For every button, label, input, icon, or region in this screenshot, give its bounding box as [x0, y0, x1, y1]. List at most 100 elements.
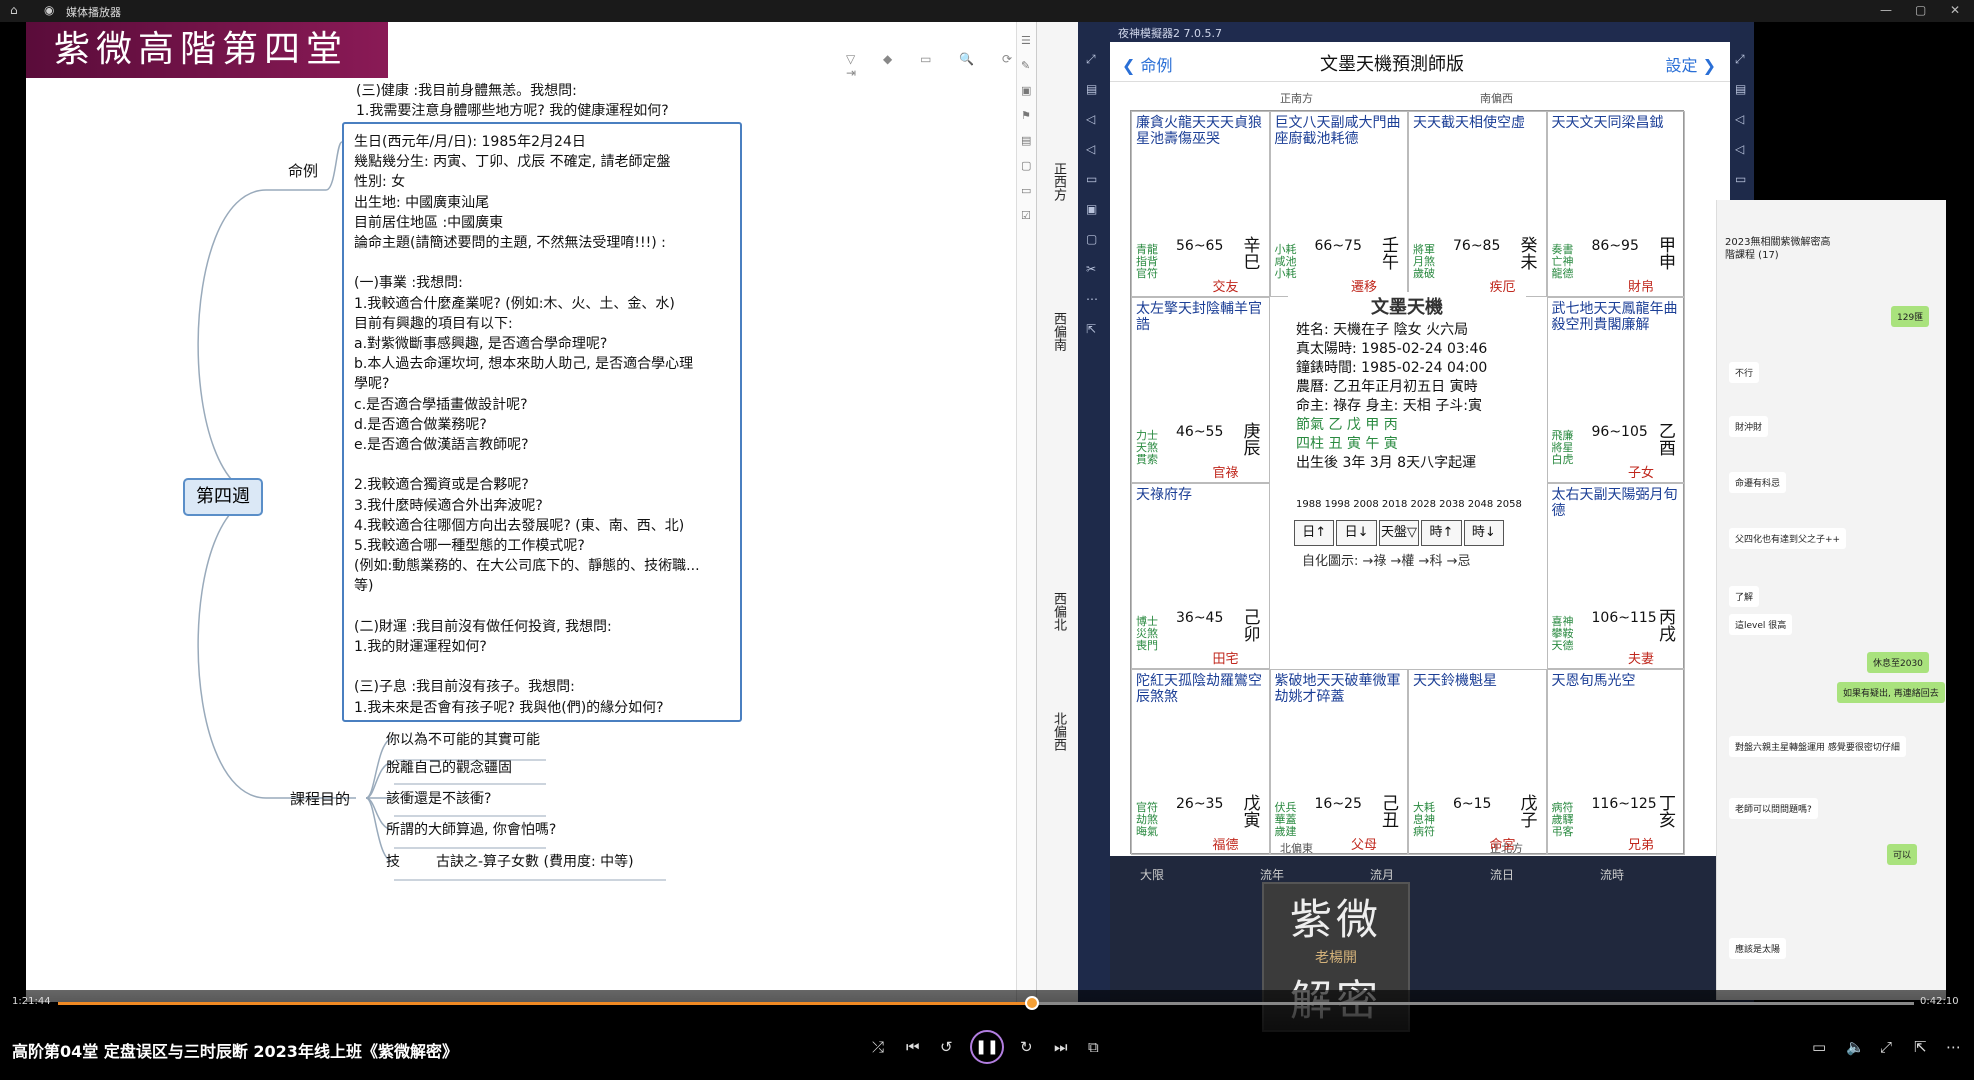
palace-ganzhi: 甲申 [1655, 236, 1675, 270]
chat-msg-1[interactable]: 129匯 [1891, 306, 1930, 327]
chat-msg-4[interactable]: 命遷有科忌 [1729, 472, 1787, 493]
chat-msg-10[interactable]: 對盤六親主星轉盤運用 感覺要很密切仔細 [1729, 736, 1906, 757]
note-icon: ▤ [1021, 134, 1032, 147]
palace-name: 田宅 [1212, 652, 1239, 667]
palace-sub-stars: 飛廉 將星 白虎 [1551, 429, 1574, 466]
goal-item-1[interactable]: 你以為不可能的其實可能 [386, 729, 540, 749]
mindmap-sidebar[interactable]: ☰ ✎ ▣ ⚑ ▤ ▢ ▭ ☑ [1016, 22, 1036, 1002]
chat-msg-12[interactable]: 可以 [1887, 844, 1918, 865]
pip-icon[interactable]: ⧉ [1088, 1038, 1099, 1056]
tab-hour[interactable]: 流時 [1600, 866, 1624, 883]
home-icon[interactable]: ⌂ [10, 3, 18, 17]
side-strip: 正西方 西偏南 西偏北 北偏西 [1036, 22, 1078, 1002]
chat-msg-13[interactable]: 應該是太陽 [1729, 938, 1787, 959]
window-title: 媒体播放器 [66, 6, 121, 19]
day-down-button[interactable]: 日↓ [1336, 520, 1377, 546]
volume-icon[interactable]: 🔈 [1846, 1038, 1865, 1056]
comment-icon: ▭ [1021, 184, 1032, 197]
fullscreen-icon[interactable]: ⤢ [1880, 1038, 1892, 1056]
palace-sub-stars: 病符 歲驛 弔客 [1551, 801, 1574, 838]
palace-range: 76~85 [1453, 238, 1501, 254]
node-goal[interactable]: 課程目的 [290, 788, 350, 809]
chat-msg-6[interactable]: 了解 [1729, 586, 1760, 607]
chat-msg-3[interactable]: 財沖財 [1729, 416, 1769, 437]
palace-cell[interactable]: 廉貪火龍天天天貞狼星池壽傷巫哭 56~65 辛巳 交友 青龍 指背 官符 [1131, 111, 1270, 297]
hour-up-button[interactable]: 時↑ [1421, 520, 1462, 546]
palace-cell[interactable]: 天祿府存 36~45 己卯 田宅 博士 災煞 喪門 [1131, 483, 1270, 669]
time-total: 0:42:10 [1920, 996, 1959, 1007]
forward-icon[interactable]: ↻ [1020, 1038, 1033, 1056]
palace-ganzhi: 戊寅 [1239, 794, 1260, 828]
doc-icon: ▢ [1021, 159, 1032, 172]
chat-msg-8[interactable]: 休息至2030 [1867, 652, 1929, 673]
screen-icon[interactable]: ▭ [1812, 1038, 1826, 1056]
goal-item-4[interactable]: 所謂的大師算過, 你會怕嗎? [386, 819, 556, 839]
more-icon[interactable]: ⋯ [1946, 1038, 1961, 1056]
hour-down-button[interactable]: 時↓ [1463, 520, 1505, 546]
palace-cell[interactable]: 天天鈴機魁星 6~15 戊子 命宮 大耗 息神 病符 [1408, 669, 1547, 855]
palace-sub-stars: 將軍 月煞 歲破 [1413, 243, 1435, 280]
palace-cell[interactable]: 天天文天同梁昌鉞 86~95 甲申 財帛 奏書 亡神 龍德 [1546, 111, 1685, 297]
palace-stars: 紫破地天天破華微軍劫姚才碎蓋 [1274, 673, 1401, 705]
next-icon[interactable]: ⏭ [1054, 1038, 1068, 1056]
more-icon: ⋯ [1086, 292, 1098, 306]
chat-msg-9[interactable]: 如果有疑出, 再連絡回去 [1837, 682, 1945, 703]
palace-stars: 天天文天同梁昌鉞 [1551, 115, 1664, 131]
node-week[interactable]: 第四週 [183, 478, 263, 516]
chat-msg-11[interactable]: 老師可以問問題嗎? [1729, 798, 1818, 819]
palace-range: 116~125 [1591, 796, 1657, 812]
mindmap-window: 紫微高階第四堂 ▽ ◆ ▭ 🔍 ⟳ ⇥ (三)健康 :我目前身體無恙。我想問: … [26, 22, 1036, 1002]
task-icon: ☑ [1021, 209, 1031, 222]
back-button[interactable]: ❮ 命例 [1122, 52, 1173, 76]
logo-line-2: 老楊開 [1315, 950, 1357, 966]
dir-south-west: 南偏西 [1480, 92, 1513, 105]
day-up-button[interactable]: 日↑ [1294, 520, 1335, 546]
palace-stars: 廉貪火龍天天天貞狼星池壽傷巫哭 [1136, 115, 1262, 147]
expand-icon: ⤢ [1735, 52, 1745, 66]
chat-msg-5[interactable]: 父四化也有達到父之子++ [1729, 528, 1847, 549]
volume-down-icon: ◁ [1735, 142, 1745, 156]
keyboard-icon: ▤ [1086, 82, 1098, 96]
pause-button[interactable]: ❚❚ [970, 1030, 1004, 1064]
goal-item-2[interactable]: 脫離自己的觀念疆固 [386, 757, 512, 777]
palace-cell[interactable]: 天恩旬馬光空 116~125 丁亥 兄弟 病符 歲驛 弔客 [1546, 669, 1685, 855]
tab-day[interactable]: 流日 [1490, 866, 1514, 883]
palace-name: 兄弟 [1627, 838, 1654, 853]
palace-sub-stars: 力士 天煞 貫索 [1136, 429, 1158, 466]
settings-button[interactable]: 設定 ❯ [1665, 52, 1716, 76]
chat-msg-2[interactable]: 不行 [1729, 362, 1760, 383]
tab-month[interactable]: 流月 [1370, 866, 1394, 883]
tab-year[interactable]: 流年 [1260, 866, 1284, 883]
chat-header: 2023無相關紫微解密高階課程 (17) [1725, 237, 1831, 261]
chart-navbar: ❮ 命例 文墨天機預測師版 設定 ❯ [1110, 42, 1730, 82]
goal-item-5-label[interactable]: 技 [386, 851, 400, 871]
minimize-icon[interactable]: — [1880, 3, 1892, 17]
shuffle-icon[interactable]: ⤮ [872, 1038, 884, 1056]
palace-cell[interactable]: 太左擎天封陰輔羊官誥 46~55 庚辰 官祿 力士 天煞 貫索 [1131, 297, 1270, 483]
node-case[interactable]: 命例 [288, 160, 318, 181]
palace-ganzhi: 庚辰 [1239, 422, 1260, 456]
palace-cell[interactable]: 巨文八天副咸大門曲座廚截池耗德 66~75 壬午 遷移 小耗 咸池 小耗 [1269, 111, 1408, 297]
close-icon[interactable]: ✕ [1950, 3, 1960, 17]
palace-cell[interactable]: 紫破地天天破華微軍劫姚才碎蓋 16~25 己丑 父母 伏兵 華蓋 歲建 [1269, 669, 1408, 855]
sky-plate-button[interactable]: 天盤▽ [1378, 520, 1420, 546]
palace-cell[interactable]: 武七地天天鳳龍年曲殺空刑貴閣廉解 96~105 乙酉 子女 飛廉 將星 白虎 [1546, 297, 1685, 483]
time-adjust-buttons: 日↑ 日↓ 天盤▽ 時↑ 時↓ [1294, 520, 1506, 546]
rewind-icon[interactable]: ↺ [940, 1038, 953, 1056]
progress-fill [58, 1002, 1033, 1005]
player-icon: ◉ [44, 3, 55, 17]
case-detail-box[interactable]: 生日(西元年/月/日): 1985年2月24日 幾點幾分生: 丙寅、丁卯、戊辰 … [342, 122, 742, 722]
goal-item-3[interactable]: 該衝還是不該衝? [386, 788, 491, 808]
emulator-toolbar-left[interactable]: ⤢ ▤ ◁ ◁ ▭ ▣ ▢ ✂ ⋯ ⇱ [1078, 22, 1110, 1002]
popout-icon[interactable]: ⇱ [1914, 1038, 1927, 1056]
palace-cell[interactable]: 天天截天相使空虛 76~85 癸未 疾厄 將軍 月煞 歲破 [1408, 111, 1547, 297]
tab-major-limit[interactable]: 大限 [1140, 866, 1164, 883]
palace-cell[interactable]: 太右天副天陽弼月旬德 106~115 丙戌 夫妻 喜神 攀鞍 天德 [1546, 483, 1685, 669]
chat-msg-7[interactable]: 這level 很高 [1729, 614, 1793, 635]
palace-sub-stars: 奏書 亡神 龍德 [1551, 243, 1574, 280]
palace-cell[interactable]: 陀紅天孤陰劫羅鸞空辰煞煞 26~35 戊寅 福德 官符 劫煞 晦氣 [1131, 669, 1270, 855]
restore-icon[interactable]: ▢ [1915, 3, 1926, 17]
prev-icon[interactable]: ⏮ [906, 1038, 920, 1056]
palace-name: 命宮 [1489, 838, 1516, 853]
goal-item-5[interactable]: 古訣之-算子女數 (費用度: 中等) [436, 851, 634, 871]
